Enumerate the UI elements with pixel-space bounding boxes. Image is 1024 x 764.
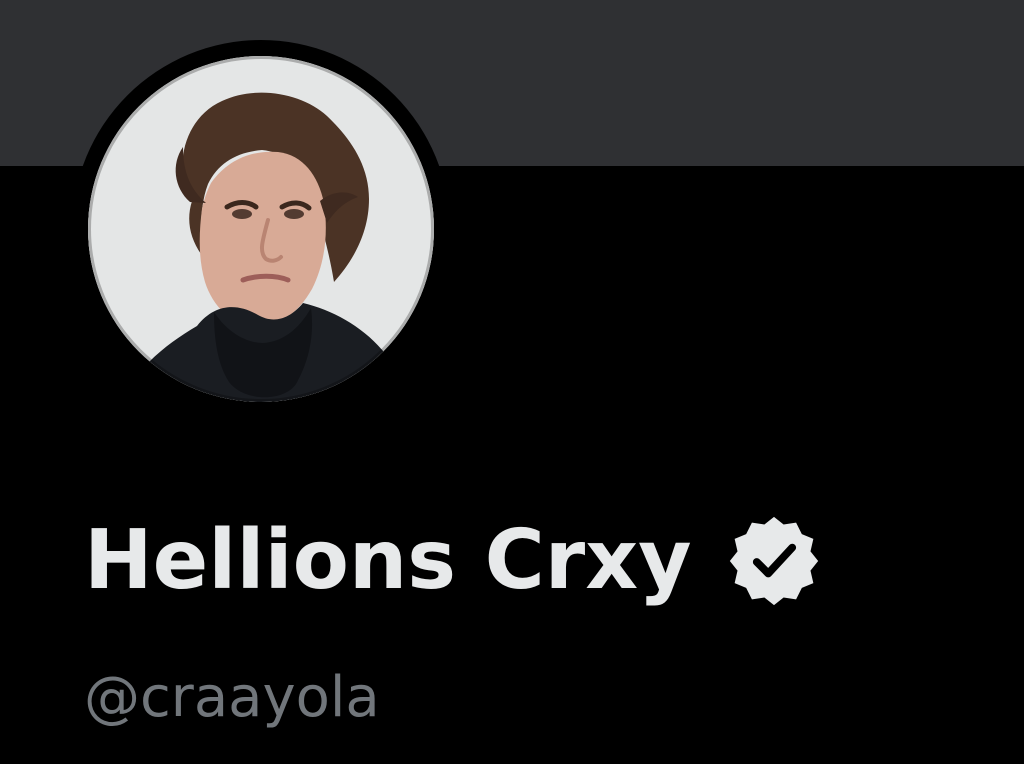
- display-name: Hellions Crxy: [84, 513, 692, 608]
- avatar[interactable]: [88, 56, 434, 402]
- handle: @craayola: [84, 665, 380, 730]
- verified-badge-icon[interactable]: [726, 513, 822, 609]
- profile-page: Hellions Crxy @craayola: [0, 0, 1024, 764]
- avatar-photo: [88, 56, 434, 402]
- display-name-row: Hellions Crxy: [84, 506, 822, 616]
